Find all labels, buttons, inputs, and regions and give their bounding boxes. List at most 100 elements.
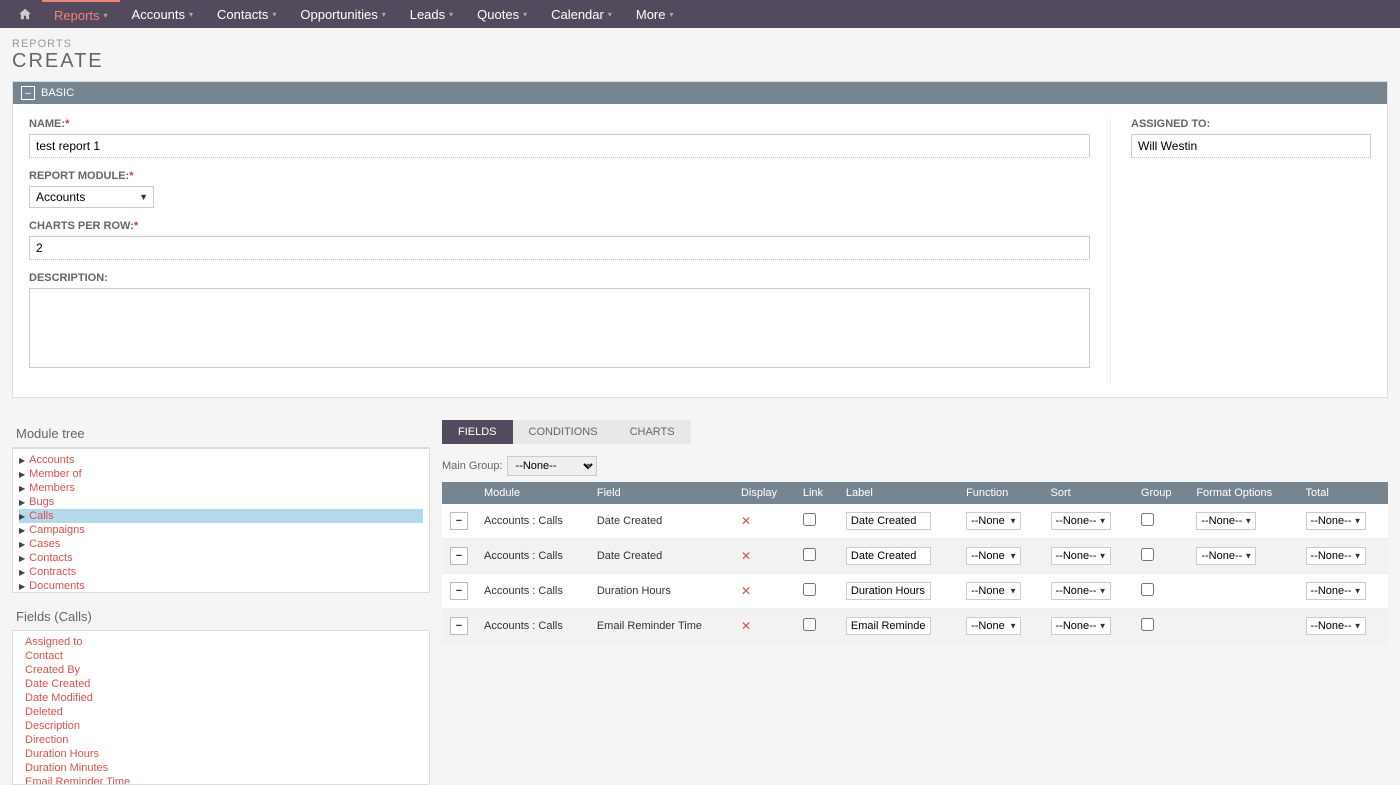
nav-opportunities[interactable]: Opportunities▾ (288, 0, 397, 28)
tree-label: Cases (29, 538, 60, 550)
tree-item[interactable]: ▶Campaigns (19, 523, 423, 537)
module-tree: ▶Accounts▶Member of▶Members▶Bugs▶Calls▶C… (12, 448, 430, 593)
th-field: Field (589, 482, 733, 504)
tree-item[interactable]: ▶Cases (19, 537, 423, 551)
field-item[interactable]: Date Modified (25, 691, 417, 705)
format-select[interactable]: --None-- (1196, 547, 1256, 565)
cell-field: Duration Hours (589, 574, 733, 609)
description-textarea[interactable] (29, 288, 1090, 368)
display-x-icon[interactable]: ✕ (741, 549, 751, 563)
collapse-icon[interactable]: – (21, 86, 35, 100)
remove-button[interactable]: − (450, 512, 468, 530)
home-icon[interactable] (8, 7, 42, 21)
tree-item[interactable]: ▶Contracts (19, 565, 423, 579)
nav-contacts[interactable]: Contacts▾ (205, 0, 288, 28)
tree-item[interactable]: ▶ Member of (19, 467, 423, 481)
label-input[interactable] (846, 512, 931, 530)
arrow-icon: ▶ (19, 498, 25, 507)
report-module-label: REPORT MODULE:* (29, 170, 1090, 182)
tree-item[interactable]: ▶Contacts (19, 551, 423, 565)
remove-button[interactable]: − (450, 617, 468, 635)
panel-header[interactable]: – BASIC (13, 82, 1387, 104)
group-checkbox[interactable] (1141, 513, 1154, 526)
link-checkbox[interactable] (803, 618, 816, 631)
tab-fields[interactable]: FIELDS (442, 420, 513, 444)
link-checkbox[interactable] (803, 583, 816, 596)
tree-item[interactable]: ▶Accounts (19, 453, 423, 467)
main-group-row: Main Group: --None-- (442, 450, 1388, 482)
sort-select[interactable]: --None-- (1051, 547, 1111, 565)
field-item[interactable]: Date Created (25, 677, 417, 691)
sort-select[interactable]: --None-- (1051, 512, 1111, 530)
arrow-icon: ▶ (19, 512, 25, 521)
basic-panel: – BASIC NAME:* REPORT MODULE:* Accounts (12, 81, 1388, 398)
cell-field: Date Created (589, 504, 733, 539)
tree-label: Member of (29, 468, 82, 480)
label-input[interactable] (846, 617, 931, 635)
assigned-to-input[interactable] (1131, 134, 1371, 158)
top-nav: Reports▾ Accounts▾ Contacts▾ Opportuniti… (0, 0, 1400, 28)
total-select[interactable]: --None-- (1306, 582, 1366, 600)
name-label: NAME:* (29, 118, 1090, 130)
field-item[interactable]: Direction (25, 733, 417, 747)
total-select[interactable]: --None-- (1306, 617, 1366, 635)
field-item[interactable]: Email Reminder Time (25, 775, 417, 785)
nav-reports[interactable]: Reports▾ (42, 0, 120, 28)
label-input[interactable] (846, 547, 931, 565)
total-select[interactable]: --None-- (1306, 547, 1366, 565)
tree-item[interactable]: ▶ Calls (19, 509, 423, 523)
group-checkbox[interactable] (1141, 618, 1154, 631)
main-group-select[interactable]: --None-- (507, 456, 597, 476)
arrow-icon: ▶ (19, 470, 25, 479)
link-checkbox[interactable] (803, 513, 816, 526)
tab-charts[interactable]: CHARTS (614, 420, 691, 444)
group-checkbox[interactable] (1141, 548, 1154, 561)
field-item[interactable]: Created By (25, 663, 417, 677)
function-select[interactable]: --None (966, 547, 1021, 565)
label-input[interactable] (846, 582, 931, 600)
format-select[interactable]: --None-- (1196, 512, 1256, 530)
field-item[interactable]: Duration Minutes (25, 761, 417, 775)
tree-label: Accounts (29, 454, 74, 466)
tree-label: Documents (29, 580, 85, 592)
caret-icon: ▾ (189, 10, 193, 19)
remove-button[interactable]: − (450, 582, 468, 600)
nav-accounts[interactable]: Accounts▾ (120, 0, 206, 28)
tab-conditions[interactable]: CONDITIONS (513, 420, 614, 444)
field-item[interactable]: Assigned to (25, 635, 417, 649)
nav-more[interactable]: More▾ (624, 0, 686, 28)
report-module-select[interactable]: Accounts (29, 186, 154, 208)
nav-leads[interactable]: Leads▾ (398, 0, 465, 28)
sort-select[interactable]: --None-- (1051, 582, 1111, 600)
group-checkbox[interactable] (1141, 583, 1154, 596)
tree-label: Calls (29, 510, 53, 522)
tabs: FIELDS CONDITIONS CHARTS (442, 420, 1388, 444)
function-select[interactable]: --None (966, 512, 1021, 530)
field-item[interactable]: Description (25, 719, 417, 733)
arrow-icon: ▶ (19, 554, 25, 563)
th-function: Function (958, 482, 1042, 504)
tree-item[interactable]: ▶Documents (19, 579, 423, 593)
caret-icon: ▾ (670, 10, 674, 19)
link-checkbox[interactable] (803, 548, 816, 561)
nav-quotes[interactable]: Quotes▾ (465, 0, 539, 28)
tree-item[interactable]: ▶Bugs (19, 495, 423, 509)
display-x-icon[interactable]: ✕ (741, 619, 751, 633)
field-item[interactable]: Contact (25, 649, 417, 663)
charts-per-row-input[interactable] (29, 236, 1090, 260)
breadcrumb: REPORTS (12, 38, 1388, 50)
cell-module: Accounts : Calls (476, 609, 589, 644)
display-x-icon[interactable]: ✕ (741, 514, 751, 528)
sort-select[interactable]: --None-- (1051, 617, 1111, 635)
fields-table: Module Field Display Link Label Function… (442, 482, 1388, 644)
function-select[interactable]: --None (966, 617, 1021, 635)
remove-button[interactable]: − (450, 547, 468, 565)
total-select[interactable]: --None-- (1306, 512, 1366, 530)
display-x-icon[interactable]: ✕ (741, 584, 751, 598)
field-item[interactable]: Duration Hours (25, 747, 417, 761)
field-item[interactable]: Deleted (25, 705, 417, 719)
name-input[interactable] (29, 134, 1090, 158)
function-select[interactable]: --None (966, 582, 1021, 600)
tree-item[interactable]: ▶Members (19, 481, 423, 495)
nav-calendar[interactable]: Calendar▾ (539, 0, 624, 28)
